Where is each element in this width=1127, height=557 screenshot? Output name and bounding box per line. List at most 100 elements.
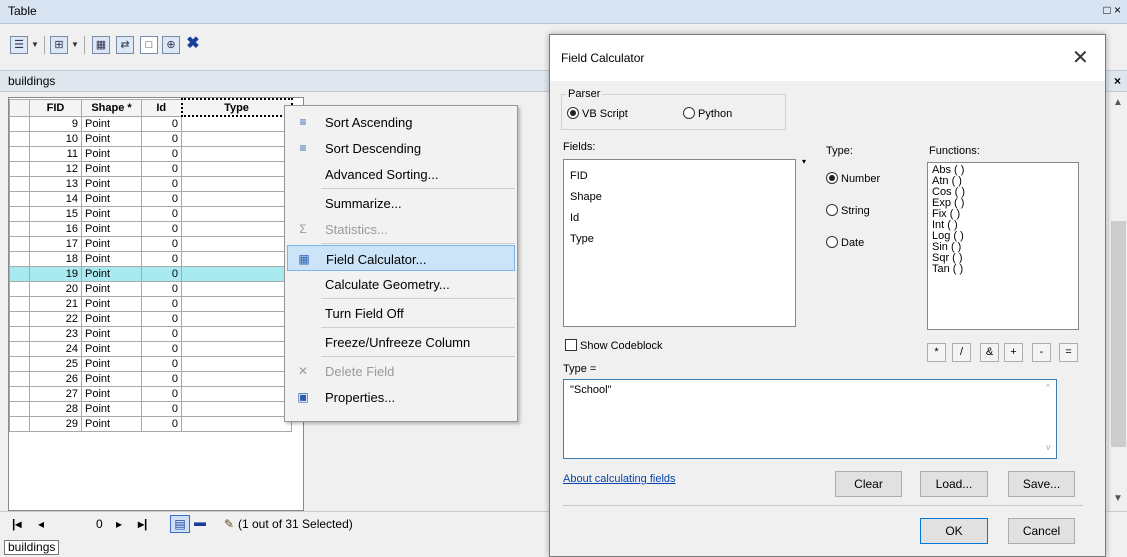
- chevron-down-icon[interactable]: ▼: [71, 40, 79, 49]
- cell-type[interactable]: [181, 160, 292, 177]
- cell-id[interactable]: 0: [141, 145, 182, 162]
- cell-fid[interactable]: 23: [29, 325, 82, 342]
- cell-shape[interactable]: Point: [81, 415, 142, 432]
- column-header-shape[interactable]: Shape *: [81, 98, 142, 117]
- type-number-radio[interactable]: Number: [826, 172, 880, 185]
- table-row[interactable]: 18 Point 0: [9, 250, 292, 267]
- cell-fid[interactable]: 16: [29, 220, 82, 237]
- table-row[interactable]: 10 Point 0: [9, 130, 292, 147]
- menu-item-delete-field[interactable]: ✕ Delete Field: [287, 358, 515, 384]
- table-row[interactable]: 17 Point 0: [9, 235, 292, 252]
- cell-id[interactable]: 0: [141, 265, 182, 282]
- cell-type[interactable]: [181, 280, 292, 297]
- cell-id[interactable]: 0: [141, 130, 182, 147]
- field-list-item[interactable]: Id: [570, 208, 789, 229]
- row-selector[interactable]: [9, 235, 30, 252]
- cell-type[interactable]: [181, 400, 292, 417]
- cell-shape[interactable]: Point: [81, 400, 142, 417]
- row-selector[interactable]: [9, 145, 30, 162]
- cell-fid[interactable]: 13: [29, 175, 82, 192]
- cell-type[interactable]: [181, 370, 292, 387]
- clear-selection-icon[interactable]: □: [140, 36, 158, 54]
- cell-fid[interactable]: 17: [29, 235, 82, 252]
- row-selector[interactable]: [9, 175, 30, 192]
- row-selector[interactable]: [9, 205, 30, 222]
- cancel-button[interactable]: Cancel: [1008, 518, 1075, 544]
- parser-python-radio[interactable]: Python: [683, 107, 732, 120]
- cell-id[interactable]: 0: [141, 235, 182, 252]
- row-selector[interactable]: [9, 325, 30, 342]
- window-controls[interactable]: □ ×: [1103, 3, 1121, 17]
- zoom-to-selected-icon[interactable]: ⊕: [162, 36, 180, 54]
- cell-type[interactable]: [181, 145, 292, 162]
- table-row[interactable]: 29 Point 0: [9, 415, 292, 432]
- table-row[interactable]: 21 Point 0: [9, 295, 292, 312]
- cell-fid[interactable]: 25: [29, 355, 82, 372]
- table-row[interactable]: 16 Point 0: [9, 220, 292, 237]
- cell-fid[interactable]: 15: [29, 205, 82, 222]
- cell-shape[interactable]: Point: [81, 265, 142, 282]
- fields-listbox[interactable]: FID Shape Id Type: [563, 159, 796, 327]
- menu-item-turn-field-off[interactable]: Turn Field Off: [287, 300, 515, 326]
- save-button[interactable]: Save...: [1008, 471, 1075, 497]
- row-selector[interactable]: [9, 220, 30, 237]
- show-codeblock-checkbox[interactable]: Show Codeblock: [565, 339, 663, 352]
- chevron-down-icon[interactable]: ▼: [31, 40, 39, 49]
- cell-type[interactable]: [181, 175, 292, 192]
- row-selector[interactable]: [9, 250, 30, 267]
- cell-id[interactable]: 0: [141, 175, 182, 192]
- cell-shape[interactable]: Point: [81, 355, 142, 372]
- cell-shape[interactable]: Point: [81, 340, 142, 357]
- row-selector[interactable]: [9, 295, 30, 312]
- close-icon[interactable]: ✕: [1072, 45, 1089, 70]
- cell-shape[interactable]: Point: [81, 145, 142, 162]
- cell-fid[interactable]: 14: [29, 190, 82, 207]
- table-row[interactable]: 25 Point 0: [9, 355, 292, 372]
- cell-type[interactable]: [181, 205, 292, 222]
- cell-shape[interactable]: Point: [81, 115, 142, 132]
- cell-id[interactable]: 0: [141, 205, 182, 222]
- row-selector[interactable]: [9, 415, 30, 432]
- first-record-icon[interactable]: |◂: [12, 517, 21, 531]
- load-button[interactable]: Load...: [920, 471, 988, 497]
- cell-fid[interactable]: 28: [29, 400, 82, 417]
- cell-shape[interactable]: Point: [81, 130, 142, 147]
- column-header-fid[interactable]: FID: [29, 98, 82, 117]
- cell-fid[interactable]: 20: [29, 280, 82, 297]
- row-selector[interactable]: [9, 370, 30, 387]
- cell-id[interactable]: 0: [141, 400, 182, 417]
- row-selector[interactable]: [9, 160, 30, 177]
- row-selector[interactable]: [9, 280, 30, 297]
- field-list-item[interactable]: Type: [570, 229, 789, 250]
- row-selector[interactable]: [9, 355, 30, 372]
- cell-fid[interactable]: 29: [29, 415, 82, 432]
- cell-fid[interactable]: 27: [29, 385, 82, 402]
- table-row[interactable]: 11 Point 0: [9, 145, 292, 162]
- cell-shape[interactable]: Point: [81, 370, 142, 387]
- cell-type[interactable]: [181, 415, 292, 432]
- cell-type[interactable]: [181, 325, 292, 342]
- menu-item-statistics[interactable]: Σ Statistics...: [287, 216, 515, 242]
- operator-button[interactable]: *: [927, 343, 946, 362]
- cell-fid[interactable]: 10: [29, 130, 82, 147]
- type-string-radio[interactable]: String: [826, 204, 870, 217]
- cell-type[interactable]: [181, 250, 292, 267]
- cell-type[interactable]: [181, 235, 292, 252]
- cell-fid[interactable]: 21: [29, 295, 82, 312]
- bottom-table-tab[interactable]: buildings: [4, 540, 60, 555]
- cell-fid[interactable]: 12: [29, 160, 82, 177]
- close-icon[interactable]: ×: [1114, 74, 1121, 88]
- menu-item-freeze-unfreeze-column[interactable]: Freeze/Unfreeze Column: [287, 329, 515, 355]
- cell-shape[interactable]: Point: [81, 235, 142, 252]
- cell-type[interactable]: [181, 310, 292, 327]
- cell-id[interactable]: 0: [141, 295, 182, 312]
- menu-item-field-calculator[interactable]: ▦ Field Calculator...: [287, 245, 515, 271]
- show-all-records-icon[interactable]: ▤: [170, 515, 190, 533]
- select-by-attributes-icon[interactable]: ▦: [92, 36, 110, 54]
- cell-fid[interactable]: 24: [29, 340, 82, 357]
- menu-item-summarize[interactable]: Summarize...: [287, 190, 515, 216]
- ok-button[interactable]: OK: [920, 518, 988, 544]
- scroll-down-icon[interactable]: ▼: [1113, 493, 1123, 504]
- cell-id[interactable]: 0: [141, 370, 182, 387]
- scroll-up-icon[interactable]: ▲: [1113, 97, 1123, 108]
